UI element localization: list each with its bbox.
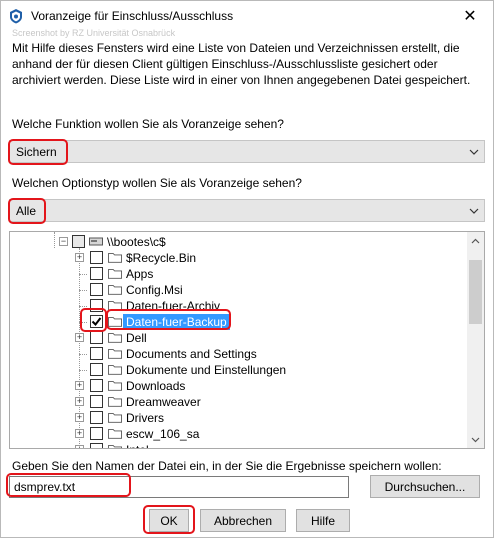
tree-item[interactable]: Documents and Settings bbox=[10, 346, 470, 362]
folder-icon bbox=[108, 365, 122, 375]
tree-item[interactable]: Daten-fuer-Backup bbox=[10, 314, 470, 330]
browse-button[interactable]: Durchsuchen... bbox=[370, 475, 480, 498]
filename-label: Geben Sie den Namen der Datei ein, in de… bbox=[12, 459, 442, 473]
folder-icon bbox=[108, 253, 122, 263]
scroll-down-arrow[interactable] bbox=[467, 431, 484, 448]
folder-icon bbox=[108, 381, 122, 391]
highlight-selected-folder bbox=[106, 309, 231, 330]
tree-item[interactable]: + $Recycle.Bin bbox=[10, 250, 470, 266]
option-label: Welchen Optionstyp wollen Sie als Voranz… bbox=[12, 176, 302, 190]
folder-icon bbox=[108, 269, 122, 279]
collapse-icon[interactable]: − bbox=[59, 237, 68, 246]
watermark: Screenshot by RZ Universität Osnabrück bbox=[12, 28, 176, 38]
tree-item-checkbox[interactable] bbox=[90, 443, 103, 448]
file-tree[interactable]: − \\bootes\c$ + $Recycle.Bin Apps Config.Ms… bbox=[9, 231, 485, 449]
expand-icon[interactable]: + bbox=[75, 253, 84, 262]
tree-item-label: Apps bbox=[126, 267, 154, 281]
tree-item-label: Intel bbox=[126, 442, 149, 448]
tree-item-label: Dell bbox=[126, 331, 147, 345]
tree-item-checkbox[interactable] bbox=[90, 427, 103, 440]
chevron-down-icon bbox=[469, 208, 479, 214]
chevron-down-icon bbox=[469, 149, 479, 155]
tree-item[interactable]: Apps bbox=[10, 266, 470, 282]
highlight-checkbox bbox=[80, 308, 107, 332]
expand-icon[interactable]: + bbox=[75, 445, 84, 448]
expand-icon[interactable]: + bbox=[75, 333, 84, 342]
tree-item-checkbox[interactable] bbox=[90, 395, 103, 408]
chevron-up-icon bbox=[471, 238, 480, 243]
tree-item[interactable]: + Drivers bbox=[10, 410, 470, 426]
cancel-button[interactable]: Abbrechen bbox=[200, 509, 286, 532]
option-combobox[interactable]: Alle bbox=[9, 199, 485, 222]
tree-item-checkbox[interactable] bbox=[90, 411, 103, 424]
expand-icon[interactable]: + bbox=[75, 381, 84, 390]
highlight-ok bbox=[143, 505, 195, 534]
tree-item-label: Downloads bbox=[126, 379, 186, 393]
expand-icon[interactable]: + bbox=[75, 413, 84, 422]
tree-item[interactable]: + Dell bbox=[10, 330, 470, 346]
chevron-down-icon bbox=[471, 437, 480, 442]
dialog-window: Voranzeige für Einschluss/Ausschluss ✕ S… bbox=[0, 0, 494, 538]
title-bar[interactable]: Voranzeige für Einschluss/Ausschluss ✕ bbox=[1, 1, 493, 31]
tree-item[interactable]: + escw_106_sa bbox=[10, 426, 470, 442]
scroll-up-arrow[interactable] bbox=[467, 232, 484, 249]
tree-item-label: escw_106_sa bbox=[126, 427, 200, 441]
tree-item-label: $Recycle.Bin bbox=[126, 251, 197, 265]
folder-icon bbox=[108, 429, 122, 439]
tree-item-checkbox[interactable] bbox=[90, 379, 103, 392]
tree-item-checkbox[interactable] bbox=[90, 363, 103, 376]
tree-item[interactable]: Daten-fuer-Archiv bbox=[10, 298, 470, 314]
folder-icon bbox=[108, 413, 122, 423]
folder-icon bbox=[108, 285, 122, 295]
tree-item[interactable]: + Downloads bbox=[10, 378, 470, 394]
help-button[interactable]: Hilfe bbox=[296, 509, 350, 532]
tree-item-label: Drivers bbox=[126, 411, 164, 425]
tree-item-label: Dokumente und Einstellungen bbox=[126, 363, 287, 377]
function-combobox[interactable]: Sichern bbox=[9, 140, 485, 163]
description-text: Mit Hilfe dieses Fensters wird eine List… bbox=[12, 41, 471, 87]
tree-item-label: Dreamweaver bbox=[126, 395, 201, 409]
tree-item-checkbox[interactable] bbox=[90, 267, 103, 280]
folder-icon bbox=[108, 445, 122, 448]
drive-icon bbox=[89, 237, 103, 246]
tree-item-checkbox[interactable] bbox=[90, 347, 103, 360]
tree-item[interactable]: + Dreamweaver bbox=[10, 394, 470, 410]
tree-root-label: \\bootes\c$ bbox=[107, 235, 166, 249]
folder-icon bbox=[108, 349, 122, 359]
scroll-thumb[interactable] bbox=[469, 260, 482, 324]
highlight-function bbox=[8, 139, 68, 165]
app-shield-icon bbox=[10, 9, 22, 24]
tree-item[interactable]: + Intel bbox=[10, 442, 470, 448]
tree-item-checkbox[interactable] bbox=[90, 331, 103, 344]
function-label: Welche Funktion wollen Sie als Voranzeig… bbox=[12, 117, 284, 131]
expand-icon[interactable]: + bbox=[75, 429, 84, 438]
folder-icon bbox=[108, 397, 122, 407]
close-icon: ✕ bbox=[463, 8, 477, 25]
tree-scrollbar[interactable] bbox=[467, 232, 484, 448]
tree-root-checkbox[interactable] bbox=[72, 235, 85, 248]
close-button[interactable]: ✕ bbox=[447, 1, 493, 31]
tree-item-label: Documents and Settings bbox=[126, 347, 257, 361]
tree-item-checkbox[interactable] bbox=[90, 283, 103, 296]
tree-item-checkbox[interactable] bbox=[90, 251, 103, 264]
tree-item[interactable]: Config.Msi bbox=[10, 282, 470, 298]
highlight-option bbox=[8, 198, 46, 224]
window-title: Voranzeige für Einschluss/Ausschluss bbox=[31, 9, 234, 23]
tree-item-label: Config.Msi bbox=[126, 283, 183, 297]
highlight-filename bbox=[6, 473, 131, 497]
expand-icon[interactable]: + bbox=[75, 397, 84, 406]
tree-item[interactable]: Dokumente und Einstellungen bbox=[10, 362, 470, 378]
folder-icon bbox=[108, 333, 122, 343]
